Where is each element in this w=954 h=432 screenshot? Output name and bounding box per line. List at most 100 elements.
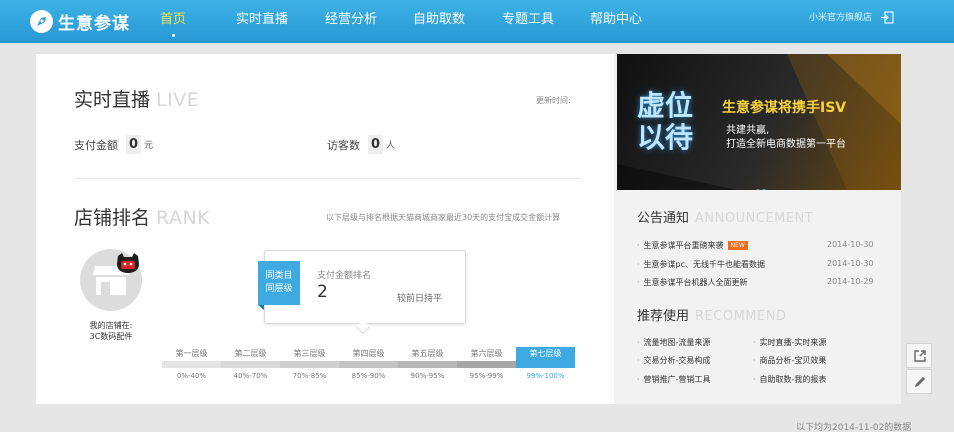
data-date-footnote: 以下均为2014-11-02的数据 — [796, 423, 912, 432]
promo-banner[interactable]: 虚位以待 生意参谋将携手ISV 共建共赢, 打造全新电商数据第一平台 — [617, 54, 901, 190]
store-caption: 我的店铺在: 3C数码配件 — [72, 320, 150, 342]
banner-subtitle-line1: 共建共赢, — [726, 125, 770, 136]
recommend-link-text: 营销推广-营销工具 — [643, 375, 711, 384]
nav-realtime-label: 实时直播 — [236, 12, 289, 27]
tier-range: 85%-90% — [351, 372, 386, 380]
banner-big-text: 虚位以待 — [637, 89, 694, 154]
share-button[interactable] — [906, 343, 932, 368]
live-title-en: LIVE — [156, 89, 200, 111]
nav-special-tools-label: 专题工具 — [502, 12, 555, 27]
tier-range: 95%-99% — [469, 372, 504, 380]
recommend-title-en: RECOMMEND — [695, 309, 787, 324]
banner-pagination — [756, 178, 768, 190]
store-caption-line2: 3C数码配件 — [89, 332, 133, 341]
nav-business-analysis[interactable]: 经营分析 — [325, 0, 377, 43]
shop-name[interactable]: 小米官方旗舰店 — [809, 10, 872, 23]
edit-icon — [915, 377, 925, 387]
nav-home[interactable]: 首页 — [160, 0, 186, 43]
nav-special-tools[interactable]: 专题工具 — [502, 0, 554, 43]
recommend-title-cn: 推荐使用 — [637, 309, 690, 324]
logo[interactable]: 生意参谋 — [30, 6, 130, 36]
announcement-title-en: ANNOUNCEMENT — [695, 211, 814, 226]
logout-icon[interactable] — [880, 11, 894, 24]
tier-range: 70%-85% — [292, 372, 327, 380]
tier-2: 第二层级 40%-70% — [221, 347, 280, 380]
pay-amount-unit: 元 — [144, 141, 154, 151]
announcement-date: 2014-10-30 — [827, 240, 874, 249]
tmall-cat-avatar-icon — [117, 253, 139, 273]
rank-tag-line1: 同类目 — [265, 271, 293, 281]
compass-logo-icon — [30, 9, 53, 33]
tier-5: 第五层级 90%-95% — [398, 347, 457, 380]
live-title: 实时直播 — [74, 89, 151, 111]
tier-range: 90%-95% — [410, 372, 445, 380]
nav-home-label: 首页 — [160, 12, 187, 27]
recommend-link-text: 流量地图-流量来源 — [643, 338, 711, 347]
announcement-item[interactable]: · 生意参谋pc、无线千牛也能看数据 2014-10-30 — [637, 259, 877, 270]
recommend-link[interactable]: · 实时直播-实时来源 — [753, 337, 826, 348]
recommend-link[interactable]: · 交易分析-交易构成 — [637, 355, 710, 366]
share-icon — [914, 350, 926, 362]
logo-text: 生意参谋 — [58, 13, 130, 34]
recommend-link[interactable]: · 自助取数-我的报表 — [753, 374, 826, 385]
nav-active-dot — [172, 34, 175, 37]
tier-bar — [398, 361, 457, 368]
new-badge: NEW — [727, 241, 748, 250]
rank-tag-fold — [258, 305, 264, 310]
recommend-link[interactable]: · 营销推广-营销工具 — [637, 374, 710, 385]
recommend-link[interactable]: · 商品分析-宝贝效果 — [753, 355, 826, 366]
tier-bar — [280, 361, 339, 368]
visitor-value: 0 — [368, 135, 384, 154]
banner-subtitle: 共建共赢, 打造全新电商数据第一平台 — [726, 124, 846, 152]
tier-bar — [339, 361, 398, 368]
announcement-title-cn: 公告通知 — [637, 211, 690, 226]
nav-help-center[interactable]: 帮助中心 — [590, 0, 642, 43]
section-divider — [76, 178, 580, 179]
announcement-date: 2014-10-29 — [827, 277, 874, 286]
tier-name: 第五层级 — [411, 349, 444, 358]
visitor-metric: 访客数 0 人 — [327, 135, 395, 154]
rank-note: 以下层级与排名根据天猫商城商家最近30天的支付宝成交金额计算 — [326, 213, 561, 222]
recommend-title: 推荐使用 RECOMMEND — [637, 305, 786, 324]
recommend-link-text: 自助取数-我的报表 — [759, 375, 827, 384]
pay-amount-value: 0 — [126, 135, 142, 154]
rank-card-note: 较前日持平 — [397, 294, 443, 304]
announcement-text: 生意参谋平台重磅来袭 — [643, 241, 724, 250]
tier-range: 99%-100% — [526, 372, 565, 380]
rank-card-label: 支付金额排名 — [317, 271, 372, 281]
pay-amount-metric: 支付金额 0 元 — [74, 135, 153, 154]
banner-dot[interactable] — [756, 189, 760, 190]
tier-6: 第六层级 95%-99% — [457, 347, 516, 380]
tier-bar — [162, 361, 221, 368]
recommend-link-text: 商品分析-宝贝效果 — [759, 356, 827, 365]
announcement-title: 公告通知 ANNOUNCEMENT — [637, 207, 813, 226]
announcement-item[interactable]: · 生意参谋平台机器人全面更新 2014-10-29 — [637, 277, 877, 288]
tier-bar — [221, 361, 280, 368]
announcement-item[interactable]: · 生意参谋平台重磅来袭 NEW 2014-10-30 — [637, 240, 877, 251]
rank-title: 店铺排名 — [74, 207, 151, 229]
visitor-label: 访客数 — [327, 138, 360, 152]
rank-tag-line2: 同层级 — [265, 284, 293, 294]
tier-bar — [516, 361, 575, 368]
nav-help-center-label: 帮助中心 — [590, 12, 643, 27]
edit-button[interactable] — [906, 369, 932, 394]
recommend-link[interactable]: · 流量地图-流量来源 — [637, 337, 710, 348]
nav-business-analysis-label: 经营分析 — [325, 12, 378, 27]
rank-title-en: RANK — [156, 207, 211, 229]
nav-realtime[interactable]: 实时直播 — [236, 0, 288, 43]
store-caption-line1: 我的店铺在: — [89, 321, 133, 330]
nav-self-service[interactable]: 自助取数 — [413, 0, 465, 43]
main-panel: 实时直播 LIVE 更新时间: 支付金额 0 元 访客数 0 人 店铺排名 RANK… — [36, 54, 614, 404]
tier-7: 第七层级 99%-100% — [516, 347, 575, 380]
banner-title: 生意参谋将携手ISV — [722, 100, 847, 116]
rank-section-title: 店铺排名 RANK — [74, 203, 210, 230]
rank-tag: 同类目 同层级 — [258, 261, 300, 305]
tier-name: 第三层级 — [293, 349, 326, 358]
announcement-text: 生意参谋pc、无线千牛也能看数据 — [643, 260, 766, 269]
tier-name: 第六层级 — [470, 349, 503, 358]
tier-bar — [457, 361, 516, 368]
banner-dot-active[interactable] — [762, 189, 766, 190]
tier-1: 第一层级 0%-40% — [162, 347, 221, 380]
tier-name: 第七层级 — [516, 347, 575, 361]
tier-3: 第三层级 70%-85% — [280, 347, 339, 380]
